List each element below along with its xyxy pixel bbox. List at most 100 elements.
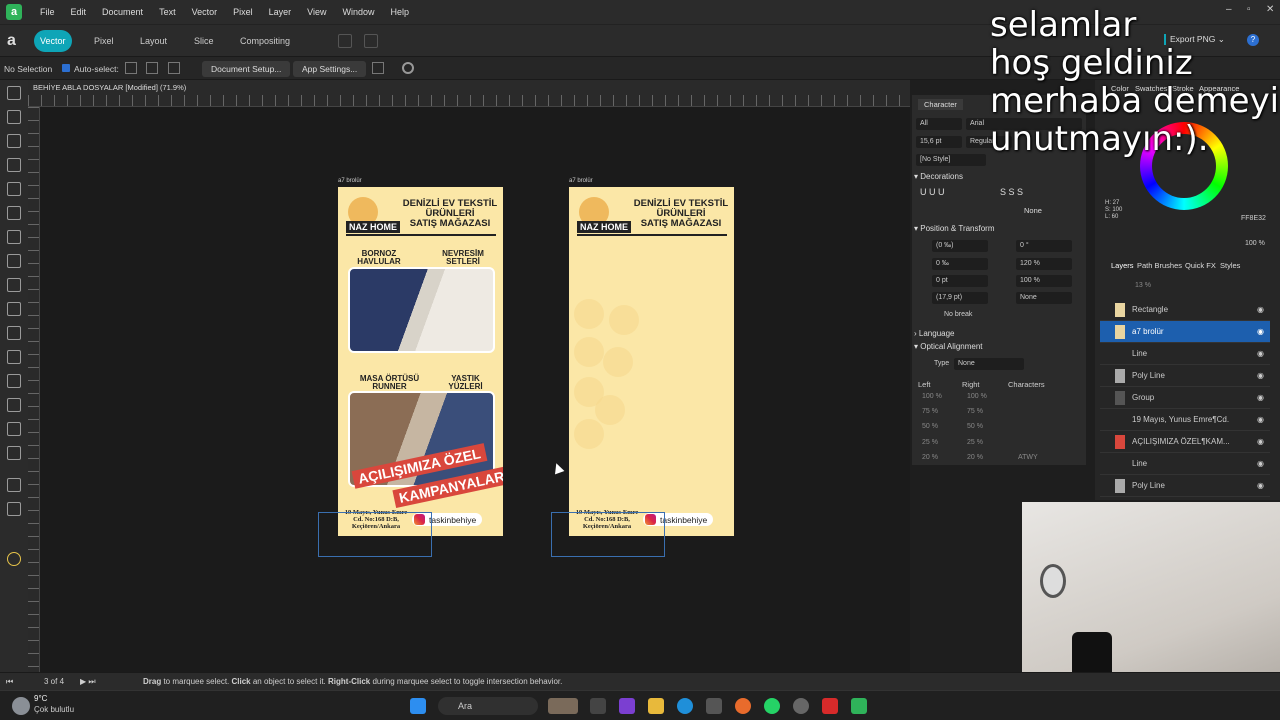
menu-edit[interactable]: Edit bbox=[63, 7, 95, 17]
select-layers-icon[interactable] bbox=[146, 62, 158, 74]
eye-icon[interactable]: ◉ bbox=[1257, 305, 1264, 314]
layer-row[interactable]: Line ◉ bbox=[1100, 453, 1270, 475]
auto-select-checkbox[interactable] bbox=[62, 64, 70, 72]
snapping-icon[interactable] bbox=[338, 34, 352, 48]
layers-tab[interactable]: Layers bbox=[1111, 261, 1134, 270]
optical-type-select[interactable]: None bbox=[954, 358, 1024, 370]
menu-file[interactable]: File bbox=[32, 7, 63, 17]
page-indicator[interactable]: 3 of 4 bbox=[44, 673, 64, 691]
menu-text[interactable]: Text bbox=[151, 7, 184, 17]
horizontal-scale-field[interactable]: 100 % bbox=[1016, 275, 1072, 287]
layer-opacity[interactable]: 13 % bbox=[1135, 282, 1151, 289]
opt-row-left[interactable]: 75 % bbox=[922, 408, 938, 415]
layer-row[interactable]: Line ◉ bbox=[1100, 343, 1270, 365]
eye-icon[interactable]: ◉ bbox=[1257, 393, 1264, 402]
hand-tool-icon[interactable] bbox=[7, 478, 21, 492]
settings-icon[interactable] bbox=[793, 698, 809, 714]
eye-icon[interactable]: ◉ bbox=[1257, 459, 1264, 468]
fill-tool-icon[interactable] bbox=[7, 278, 21, 292]
hex-value[interactable]: FF8E32 bbox=[1241, 215, 1266, 222]
eye-icon[interactable]: ◉ bbox=[1257, 327, 1264, 336]
styles-tab[interactable]: Styles bbox=[1220, 261, 1240, 270]
zoom-tool-icon[interactable] bbox=[7, 502, 21, 516]
taskbar-search[interactable]: Ara bbox=[438, 697, 538, 715]
weather-text[interactable]: Çok bulutlu bbox=[34, 705, 74, 714]
vertical-scale-field[interactable]: 120 % bbox=[1016, 258, 1072, 270]
opt-row-right[interactable]: 20 % bbox=[967, 454, 983, 461]
color-opacity[interactable]: 100 % bbox=[1245, 240, 1265, 247]
b-app-icon[interactable] bbox=[822, 698, 838, 714]
optical-alignment-header[interactable]: ▾ Optical Alignment bbox=[914, 342, 983, 351]
scope-select[interactable]: All bbox=[916, 118, 962, 130]
layer-row[interactable]: Poly Line ◉ bbox=[1100, 365, 1270, 387]
grid-toggle-icon[interactable] bbox=[372, 62, 384, 74]
persona-slice[interactable]: Slice bbox=[188, 30, 220, 52]
move-tool-icon[interactable] bbox=[7, 86, 21, 100]
crop-tool-icon[interactable] bbox=[7, 350, 21, 364]
app-settings-button[interactable]: App Settings... bbox=[293, 61, 367, 77]
eye-icon[interactable]: ◉ bbox=[1257, 349, 1264, 358]
decorations-header[interactable]: ▾ Decorations bbox=[914, 172, 963, 181]
windows-start-icon[interactable] bbox=[410, 698, 426, 714]
artboard-2[interactable]: DENİZLİ EV TEKSTİL ÜRÜNLERİ SATIŞ MAĞAZA… bbox=[569, 187, 734, 536]
gear-icon[interactable] bbox=[402, 62, 414, 74]
eye-icon[interactable]: ◉ bbox=[1257, 481, 1264, 490]
grid-icon[interactable] bbox=[364, 34, 378, 48]
position-transform-header[interactable]: ▾ Position & Transform bbox=[914, 224, 995, 233]
task-view-icon[interactable] bbox=[590, 698, 606, 714]
opt-row-left[interactable]: 25 % bbox=[922, 439, 938, 446]
baseline-field[interactable]: 0 pt bbox=[932, 275, 988, 287]
brush-tool-icon[interactable] bbox=[7, 422, 21, 436]
layer-row[interactable]: AÇILIŞIMIZA ÖZEL¶KAM... ◉ bbox=[1100, 431, 1270, 453]
opt-row-left[interactable]: 50 % bbox=[922, 423, 938, 430]
menu-vector[interactable]: Vector bbox=[184, 7, 226, 17]
corner-tool-icon[interactable] bbox=[7, 158, 21, 172]
layer-row[interactable]: a7 brolür ◉ bbox=[1100, 321, 1270, 343]
layer-row[interactable]: Group ◉ bbox=[1100, 387, 1270, 409]
menu-pixel[interactable]: Pixel bbox=[225, 7, 261, 17]
persona-vector[interactable]: Vector bbox=[34, 30, 72, 52]
text-style-select[interactable]: [No Style] bbox=[916, 154, 986, 166]
kerning-field[interactable]: (0 ‰) bbox=[932, 240, 988, 252]
node-tool-icon[interactable] bbox=[7, 134, 21, 148]
opt-row-right[interactable]: 100 % bbox=[967, 393, 987, 400]
vector-brush-icon[interactable] bbox=[7, 254, 21, 268]
temperature[interactable]: 9°C bbox=[34, 694, 47, 703]
opt-row-right[interactable]: 50 % bbox=[967, 423, 983, 430]
rectangle-tool-icon[interactable] bbox=[7, 302, 21, 316]
path-brushes-tab[interactable]: Path Brushes bbox=[1137, 261, 1182, 270]
next-page-icon[interactable]: ▶ ⏭ bbox=[80, 673, 96, 691]
capitals-select[interactable]: None bbox=[1016, 292, 1072, 304]
copilot-icon[interactable] bbox=[619, 698, 635, 714]
file-explorer-icon[interactable] bbox=[648, 698, 664, 714]
eye-icon[interactable]: ◉ bbox=[1257, 415, 1264, 424]
first-page-icon[interactable]: ⏮ bbox=[6, 673, 13, 691]
opt-row-left[interactable]: 100 % bbox=[922, 393, 942, 400]
quick-fx-tab[interactable]: Quick FX bbox=[1185, 261, 1216, 270]
eye-icon[interactable]: ◉ bbox=[1257, 437, 1264, 446]
opt-row-chars[interactable]: ATWY bbox=[1018, 454, 1038, 461]
select-mode-icon[interactable] bbox=[125, 62, 137, 74]
eye-icon[interactable]: ◉ bbox=[1257, 371, 1264, 380]
layer-row[interactable]: Poly Line ◉ bbox=[1100, 475, 1270, 497]
persona-compositing[interactable]: Compositing bbox=[234, 30, 296, 52]
store-icon[interactable] bbox=[706, 698, 722, 714]
shear-field[interactable]: 0 ° bbox=[1016, 240, 1072, 252]
point-transform-icon[interactable] bbox=[7, 182, 21, 196]
selection-bounds-1[interactable] bbox=[318, 512, 432, 557]
layer-row[interactable]: Rectangle ◉ bbox=[1100, 299, 1270, 321]
underline-icon[interactable]: U U U bbox=[920, 187, 945, 197]
selection-bounds-2[interactable] bbox=[551, 512, 665, 557]
artboard-1[interactable]: DENİZLİ EV TEKSTİL ÜRÜNLERİ SATIŞ MAĞAZA… bbox=[338, 187, 503, 536]
language-header[interactable]: › Language bbox=[914, 329, 954, 338]
affinity-designer-taskbar-icon[interactable] bbox=[851, 698, 867, 714]
color-swatch-icon[interactable] bbox=[7, 552, 21, 566]
image-tool-icon[interactable] bbox=[7, 374, 21, 388]
opt-row-right[interactable]: 75 % bbox=[967, 408, 983, 415]
menu-help[interactable]: Help bbox=[383, 7, 418, 17]
tracking-field[interactable]: 0 ‰ bbox=[932, 258, 988, 270]
artboard-tool-icon[interactable] bbox=[7, 110, 21, 124]
menu-document[interactable]: Document bbox=[94, 7, 151, 17]
font-size-field[interactable]: 15,6 pt bbox=[916, 136, 962, 148]
select-pages-icon[interactable] bbox=[168, 62, 180, 74]
